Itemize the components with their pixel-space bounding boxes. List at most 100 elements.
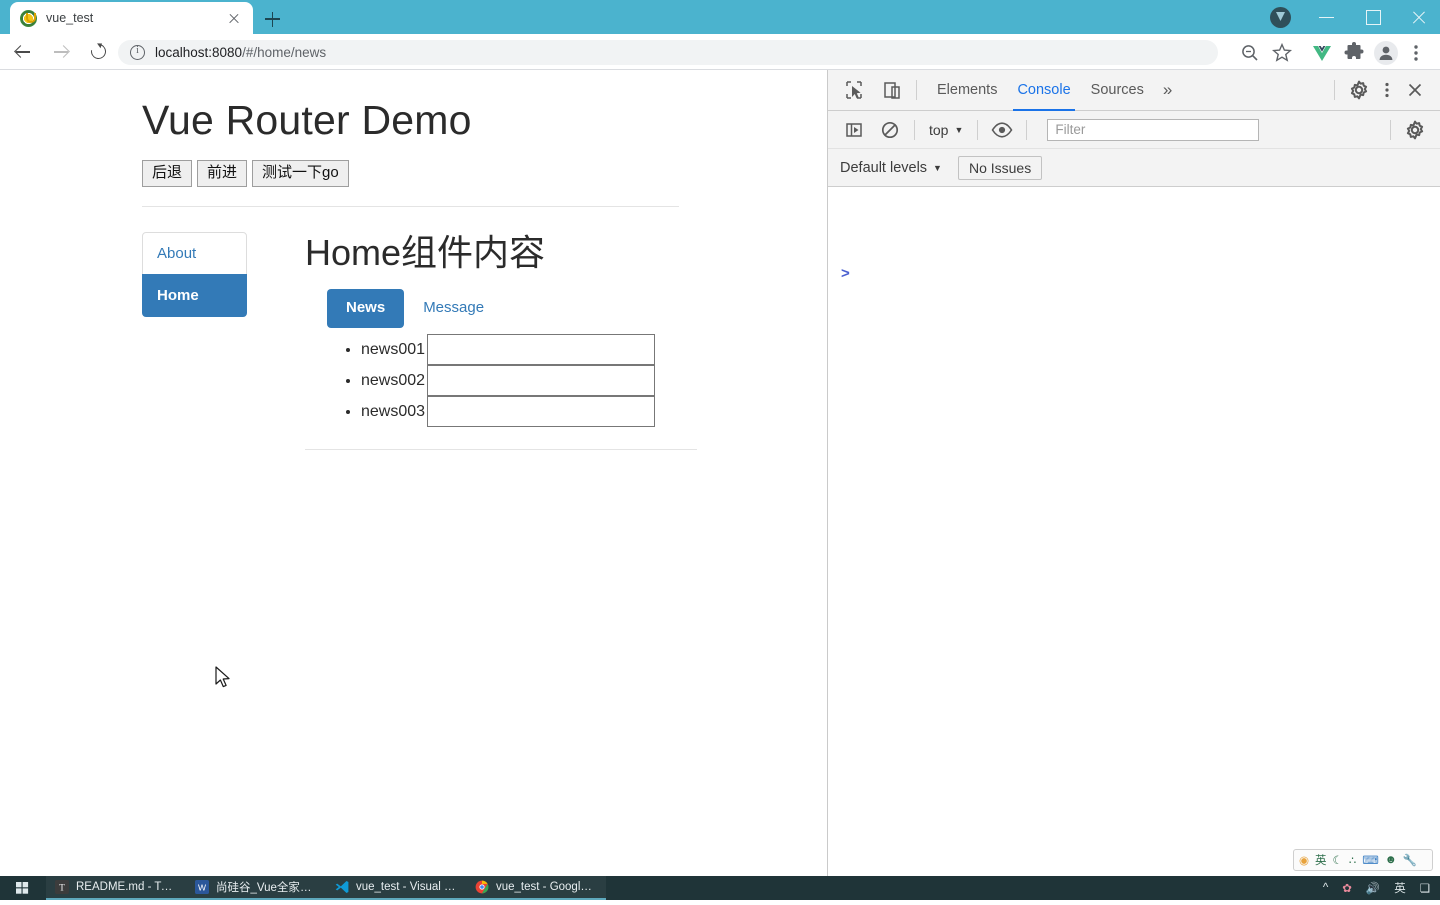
ime-mode-label[interactable]: 英 xyxy=(1315,852,1327,868)
page-title: Vue Router Demo xyxy=(142,97,472,143)
typora-icon: T xyxy=(55,880,69,894)
settings-gear-icon[interactable] xyxy=(1345,76,1373,104)
taskbar-label: 尚硅谷_Vue全家桶.d... xyxy=(216,882,317,894)
router-nav-list: About Home xyxy=(142,231,247,450)
sidebar-item-about[interactable]: About xyxy=(142,231,247,275)
news-label: news003 xyxy=(361,402,426,420)
forward-button[interactable]: 前进 xyxy=(197,160,248,187)
svg-text:W: W xyxy=(198,883,206,893)
console-output-area[interactable]: > xyxy=(828,187,1440,876)
more-tabs-icon[interactable]: » xyxy=(1154,80,1181,100)
router-button-row: 后退 前进 测试一下go xyxy=(142,160,826,187)
page-viewport: Vue Router Demo 后退 前进 测试一下go About Home … xyxy=(0,70,826,876)
taskbar-item-chrome[interactable]: vue_test - Google C... xyxy=(466,876,606,900)
taskbar-item-typora[interactable]: T README.md - Typo... xyxy=(46,876,186,900)
clear-console-icon[interactable] xyxy=(876,116,904,144)
show-hidden-icons-icon[interactable]: ^ xyxy=(1323,882,1328,894)
tab-close-icon[interactable] xyxy=(225,9,243,27)
console-filter-input[interactable]: Filter xyxy=(1047,118,1260,141)
devtools-close-icon[interactable] xyxy=(1401,76,1429,104)
zoom-search-icon[interactable] xyxy=(1238,41,1262,65)
chrome-icon xyxy=(475,880,489,894)
no-issues-button[interactable]: No Issues xyxy=(957,155,1043,180)
back-button[interactable]: 后退 xyxy=(142,160,193,187)
tab-strip: vue_test xyxy=(0,0,1440,34)
console-settings-gear-icon[interactable] xyxy=(1401,116,1429,144)
wrench-icon[interactable]: 🔧 xyxy=(1403,853,1417,867)
dots-icon[interactable]: ∴ xyxy=(1349,853,1356,867)
list-item: news003 xyxy=(361,395,826,427)
device-toolbar-icon[interactable] xyxy=(878,76,906,104)
devtools-menu-icon[interactable] xyxy=(1373,76,1401,104)
taskbar-label: vue_test - Google C... xyxy=(496,881,597,893)
component-heading: Home组件内容 xyxy=(305,231,546,273)
inspect-element-icon[interactable] xyxy=(840,76,868,104)
address-bar[interactable]: localhost:8080/#/home/news xyxy=(118,40,1218,65)
chrome-menu-icon[interactable] xyxy=(1404,41,1428,65)
window-profile-icon[interactable] xyxy=(1270,7,1291,28)
vscode-icon xyxy=(335,880,349,894)
console-toolbar: top ▼ Filter xyxy=(828,111,1440,149)
info-circle-icon[interactable] xyxy=(130,45,145,60)
word-icon: W xyxy=(195,880,209,894)
taskbar-label: README.md - Typo... xyxy=(76,881,177,893)
console-sidebar-icon[interactable] xyxy=(840,116,868,144)
forward-arrow-icon[interactable] xyxy=(50,41,72,63)
back-arrow-icon[interactable] xyxy=(12,41,34,63)
sidebar-item-home[interactable]: Home xyxy=(142,273,247,317)
volume-icon[interactable]: 🔊 xyxy=(1366,881,1380,895)
windows-taskbar: T README.md - Typo... W 尚硅谷_Vue全家桶.d... … xyxy=(0,876,1440,900)
moon-icon[interactable]: ☾ xyxy=(1333,853,1343,867)
chevron-down-icon: ▼ xyxy=(933,162,942,173)
go-test-button[interactable]: 测试一下go xyxy=(252,160,349,187)
taskbar-item-word[interactable]: W 尚硅谷_Vue全家桶.d... xyxy=(186,876,326,900)
bookmark-star-icon[interactable] xyxy=(1270,41,1294,65)
url-host: localhost:8080 xyxy=(155,45,243,60)
eye-icon[interactable] xyxy=(988,116,1016,144)
ime-language-indicator[interactable]: 英 xyxy=(1394,880,1406,896)
list-item: news002 xyxy=(361,364,826,396)
browser-toolbar: localhost:8080/#/home/news xyxy=(0,34,1440,70)
list-item: news001 xyxy=(361,333,826,365)
browser-window: vue_test localhost:8080/#/home/news xyxy=(0,0,1440,876)
person-icon[interactable]: ☻ xyxy=(1385,854,1397,866)
vue-logo-favicon-icon xyxy=(20,9,37,27)
vue-devtools-icon[interactable] xyxy=(1310,41,1334,65)
news-input-1[interactable] xyxy=(427,333,656,365)
console-filter-bar: Default levels ▼ No Issues xyxy=(828,149,1440,187)
new-tab-button[interactable] xyxy=(258,5,286,33)
tab-news[interactable]: News xyxy=(327,289,405,328)
window-minimize-button[interactable] xyxy=(1304,0,1350,34)
keyboard-icon[interactable]: ⌨ xyxy=(1362,853,1379,867)
window-maximize-button[interactable] xyxy=(1350,0,1396,34)
news-input-3[interactable] xyxy=(427,395,656,427)
tab-elements[interactable]: Elements xyxy=(927,70,1007,111)
log-levels-selector[interactable]: Default levels ▼ xyxy=(840,160,942,176)
sogou-tray-icon[interactable]: ✿ xyxy=(1342,881,1352,895)
log-levels-label: Default levels xyxy=(840,159,928,176)
news-label: news001 xyxy=(361,340,426,358)
start-button[interactable] xyxy=(0,876,46,900)
reload-icon[interactable] xyxy=(88,41,110,63)
tab-sources[interactable]: Sources xyxy=(1081,70,1154,111)
action-center-icon[interactable]: ❏ xyxy=(1420,881,1430,895)
console-prompt-chevron-icon[interactable]: > xyxy=(841,265,850,282)
sogou-ime-bar[interactable]: ◉ 英 ☾ ∴ ⌨ ☻ 🔧 xyxy=(1293,849,1433,871)
sogou-logo-icon[interactable]: ◉ xyxy=(1299,853,1309,867)
tab-console[interactable]: Console xyxy=(1007,70,1080,111)
browser-tab[interactable]: vue_test xyxy=(10,2,253,34)
news-input-2[interactable] xyxy=(427,364,656,396)
chevron-down-icon: ▼ xyxy=(954,124,964,135)
tab-message[interactable]: Message xyxy=(404,289,503,328)
window-close-button[interactable] xyxy=(1396,0,1440,34)
component-tabs: News Message xyxy=(305,289,826,328)
home-panel: Home组件内容 News Message news001 news002 xyxy=(305,232,826,450)
execution-context-selector[interactable]: top ▼ xyxy=(925,122,967,138)
filter-placeholder: Filter xyxy=(1055,122,1086,137)
news-label: news002 xyxy=(361,371,426,389)
extensions-puzzle-icon[interactable] xyxy=(1342,41,1366,65)
taskbar-item-vscode[interactable]: vue_test - Visual Stu... xyxy=(326,876,466,900)
panel-divider xyxy=(305,448,697,450)
profile-avatar-icon[interactable] xyxy=(1374,41,1398,65)
header-divider xyxy=(142,205,679,207)
